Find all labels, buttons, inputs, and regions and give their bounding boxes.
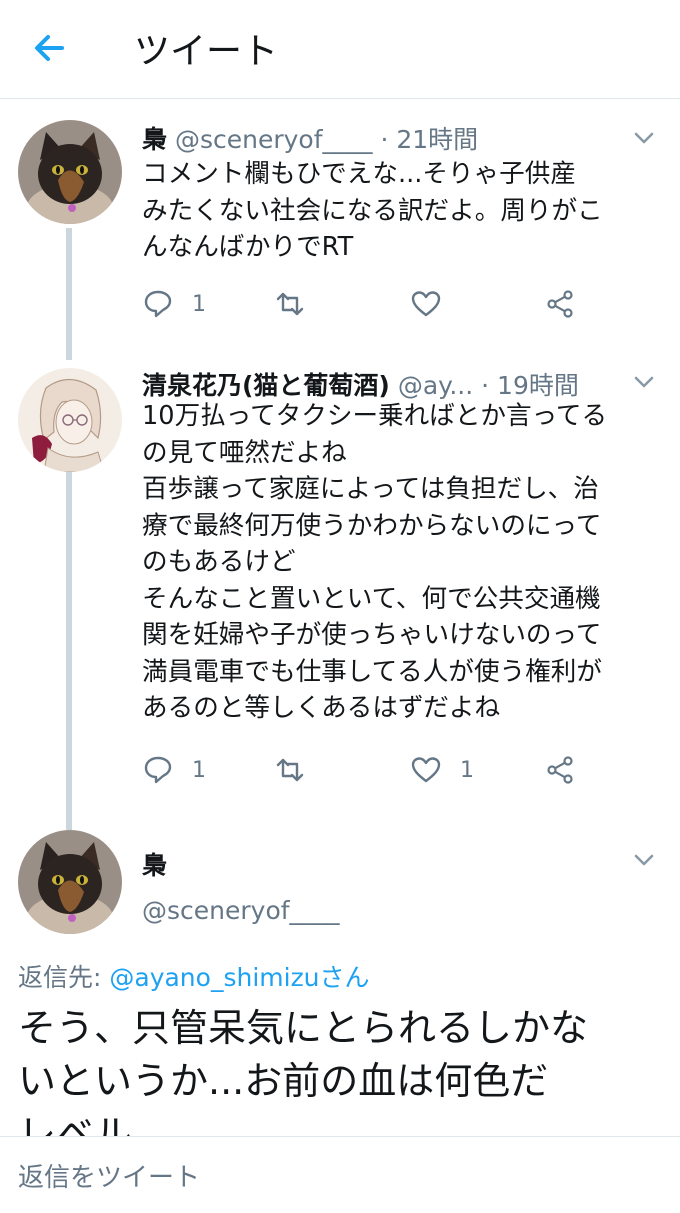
share-icon bbox=[547, 756, 573, 784]
chevron-down-icon[interactable] bbox=[632, 126, 656, 150]
page-title: ツイート bbox=[134, 31, 279, 72]
heart-icon bbox=[411, 291, 441, 317]
cat-avatar[interactable] bbox=[18, 830, 122, 934]
username[interactable]: @ay... bbox=[398, 371, 473, 400]
reply-composer bbox=[0, 1136, 680, 1213]
username[interactable]: @sceneryof____ bbox=[142, 896, 340, 925]
tweet-text: コメント欄もひでえな...そりゃ子供産 みたくない社会になる訳だよ。周りがこ ん… bbox=[142, 159, 603, 262]
share-button[interactable] bbox=[544, 284, 576, 324]
cat-avatar[interactable] bbox=[18, 120, 122, 224]
username[interactable]: @sceneryof____ bbox=[175, 125, 373, 154]
share-icon bbox=[547, 290, 573, 318]
tweet-meta: 清泉花乃(猫と葡萄酒) @ay... · 19時間 bbox=[142, 366, 579, 402]
tweet-meta: 梟 @sceneryof____ · 21時間 bbox=[142, 120, 478, 156]
reply-button[interactable]: 1 bbox=[142, 750, 206, 790]
display-name[interactable]: 清泉花乃(猫と葡萄酒) bbox=[142, 371, 390, 400]
reply-mention-link[interactable]: @ayano_shimizuさん bbox=[109, 963, 369, 992]
reply-to-label: 返信先: bbox=[18, 963, 110, 992]
share-button[interactable] bbox=[544, 750, 576, 790]
reply-count: 1 bbox=[192, 291, 206, 317]
retweet-icon bbox=[276, 758, 304, 782]
tweet-actions: 1 bbox=[142, 284, 602, 324]
timestamp[interactable]: · 19時間 bbox=[481, 371, 579, 400]
chevron-down-icon[interactable] bbox=[632, 370, 656, 394]
thread-line bbox=[66, 228, 72, 360]
like-count: 1 bbox=[460, 757, 474, 783]
reply-icon bbox=[144, 756, 172, 784]
tweet-text: 10万払ってタクシー乗ればとか言ってる の見て唖然だよね 百歩譲って家庭によって… bbox=[142, 401, 608, 723]
tweet-actions: 1 1 bbox=[142, 750, 602, 790]
display-name[interactable]: 梟 bbox=[142, 846, 167, 882]
timestamp[interactable]: · 21時間 bbox=[380, 125, 478, 154]
reply-context: 返信先: @ayano_shimizuさん bbox=[18, 958, 370, 994]
back-arrow-icon[interactable] bbox=[26, 24, 74, 72]
reply-button[interactable]: 1 bbox=[142, 284, 206, 324]
retweet-button[interactable] bbox=[274, 284, 324, 324]
like-button[interactable] bbox=[410, 284, 460, 324]
reply-icon bbox=[144, 290, 172, 318]
anime-girl-avatar[interactable] bbox=[18, 368, 122, 472]
retweet-button[interactable] bbox=[274, 750, 324, 790]
chevron-down-icon[interactable] bbox=[632, 848, 656, 872]
focused-tweet-text: そう、只管呆気にとられるしかな いというか...お前の血は何色だ レベル bbox=[18, 1006, 589, 1136]
thread-tweet-2[interactable]: 清泉花乃(猫と葡萄酒) @ay... · 19時間 10万払ってタクシー乗ればと… bbox=[0, 360, 680, 830]
display-name[interactable]: 梟 bbox=[142, 125, 167, 154]
like-button[interactable]: 1 bbox=[410, 750, 474, 790]
thread-line bbox=[66, 472, 72, 830]
reply-input[interactable] bbox=[18, 1163, 618, 1193]
retweet-icon bbox=[276, 292, 304, 316]
thread-tweet-1[interactable]: 梟 @sceneryof____ · 21時間 コメント欄もひでえな...そりゃ… bbox=[0, 100, 680, 360]
reply-count: 1 bbox=[192, 757, 206, 783]
heart-icon bbox=[411, 757, 441, 783]
top-bar: ツイート bbox=[0, 0, 680, 99]
